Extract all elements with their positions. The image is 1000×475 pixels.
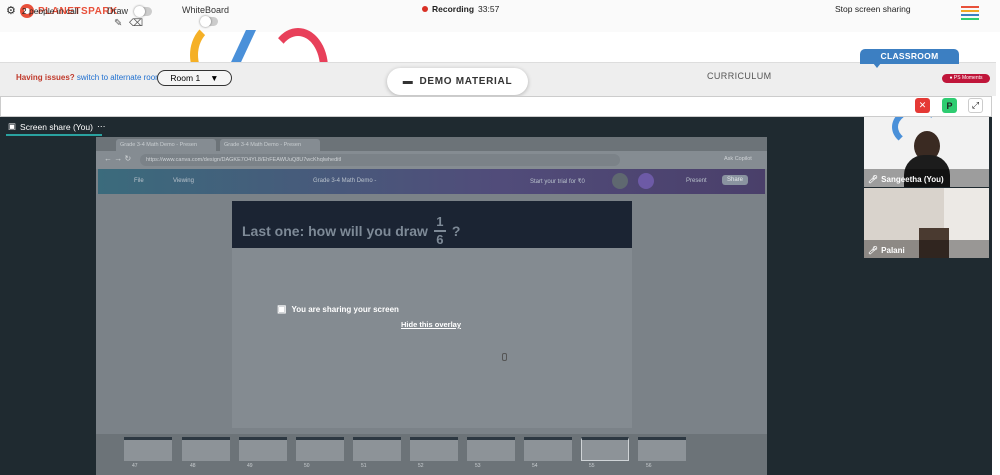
room-select-value: Room 1 (170, 73, 201, 83)
issues-text: Having issues? switch to alternate room (16, 73, 162, 82)
demo-material-label: DEMO MATERIAL (419, 76, 513, 87)
recording-status: Recording 33:57 (422, 4, 499, 14)
thumb-number: 56 (646, 463, 652, 469)
slide-thumbnail[interactable] (124, 437, 172, 461)
curriculum-tab[interactable]: CURRICULUM (707, 71, 772, 81)
thumb-number: 50 (304, 463, 310, 469)
browser-tab[interactable]: Grade 3-4 Math Demo - Presen (116, 139, 216, 151)
participant-name: 🎤︎ Palani (868, 246, 905, 255)
screen-share-label: ▣ Screen share (You) ⋯ (8, 121, 105, 132)
alternate-room-link[interactable]: switch to alternate room (77, 73, 162, 82)
mic-icon: 🎤︎ (868, 175, 879, 184)
participant-name: 🎤︎ Sangeetha (You) (868, 175, 944, 184)
screen-share-title: Screen share (You) (20, 121, 93, 132)
more-icon[interactable]: ⋯ (97, 121, 106, 132)
sharing-overlay: ▣ You are sharing your screen (277, 304, 399, 315)
draw-label: Draw (107, 6, 129, 16)
p-badge[interactable]: P (942, 98, 957, 113)
shared-screen: Grade 3-4 Math Demo - Presen Grade 3-4 M… (96, 137, 767, 475)
canva-present[interactable]: Present (686, 178, 707, 184)
monitor-icon: ▣ (277, 304, 287, 315)
menu-icon[interactable] (961, 6, 979, 22)
caret-down-icon: ▼ (210, 73, 219, 83)
thumb-number: 49 (247, 463, 253, 469)
canva-viewing[interactable]: Viewing (173, 178, 194, 184)
browser-tab[interactable]: Grade 3-4 Math Demo - Presen (220, 139, 320, 151)
demo-material-button[interactable]: ▬ DEMO MATERIAL (387, 68, 528, 95)
canva-toolbar: File Viewing Grade 3-4 Math Demo - Start… (98, 169, 765, 194)
slide-thumbnail[interactable] (581, 437, 629, 461)
call-bar (0, 96, 992, 117)
slide-header: Last one: how will you draw 1 6 ? (232, 201, 632, 248)
thumb-number: 54 (532, 463, 538, 469)
slide-thumbnail[interactable] (467, 437, 515, 461)
people-count-text: 2 people in call (21, 5, 79, 16)
nav-arrows-icon[interactable]: ← → ↻ (104, 154, 131, 163)
sharing-overlay-text: You are sharing your screen (291, 305, 399, 314)
browser-tabs: Grade 3-4 Math Demo - Presen Grade 3-4 M… (96, 137, 767, 151)
browser-url-bar: ← → ↻ https://www.canva.com/design/DAGKE… (96, 151, 767, 169)
draw-toggle[interactable] (134, 6, 152, 17)
slide-thumbnails: 47 48 49 50 51 52 53 54 55 56 (96, 434, 767, 475)
fullscreen-icon[interactable]: ⤢ (968, 98, 983, 113)
slide-thumbnail[interactable] (353, 437, 401, 461)
ps-moments-badge[interactable]: ● PS Moments (942, 74, 990, 83)
canva-title: Grade 3-4 Math Demo - (313, 178, 377, 184)
avatar (612, 173, 628, 189)
mic-icon: 🎤︎ (868, 246, 879, 255)
thumb-number: 55 (589, 463, 595, 469)
classroom-tab[interactable]: CLASSROOM (860, 49, 959, 64)
canva-file[interactable]: File (134, 178, 144, 184)
room-select[interactable]: Room 1 ▼ (157, 70, 232, 86)
slide-question-text: Last one: how will you draw (242, 223, 428, 239)
whiteboard-label: WhiteBoard (182, 5, 230, 15)
slide-body (232, 248, 632, 428)
slide-thumbnail[interactable] (410, 437, 458, 461)
people-count[interactable]: ⚙ 2 people in call (6, 4, 79, 17)
slide-question: Last one: how will you draw 1 6 ? (242, 215, 460, 247)
canva-trial[interactable]: Start your trial for ₹0 (530, 178, 585, 185)
question-mark: ? (451, 223, 461, 239)
recording-label: Recording (432, 4, 475, 14)
stop-sharing-text: Stop screen sharing (835, 4, 911, 14)
classroom-pointer (873, 63, 881, 68)
fraction: 1 6 (433, 214, 446, 247)
pencil-icon[interactable]: ✎ (114, 18, 122, 29)
url-field[interactable]: https://www.canva.com/design/DAGKE7O4YL8… (140, 154, 620, 166)
slide-thumbnail[interactable] (524, 437, 572, 461)
thumb-number: 52 (418, 463, 424, 469)
thumb-number: 48 (190, 463, 196, 469)
hide-overlay-link[interactable]: Hide this overlay (401, 320, 461, 329)
thumb-number: 47 (132, 463, 138, 469)
stop-sharing-button[interactable]: ✕ (915, 98, 930, 113)
fraction-denominator: 6 (436, 232, 444, 247)
slide-thumbnail[interactable] (638, 437, 686, 461)
fraction-numerator: 1 (436, 214, 444, 229)
slide-thumbnail[interactable] (296, 437, 344, 461)
close-icon: ✕ (918, 100, 927, 110)
avatar (638, 173, 654, 189)
folder-icon: ▬ (402, 76, 414, 87)
canva-share[interactable]: Share (722, 175, 749, 185)
eraser-icon[interactable]: ⌫ (129, 18, 143, 29)
screen-icon: ▣ (8, 121, 17, 131)
thumb-number: 51 (361, 463, 367, 469)
recording-time: 33:57 (478, 4, 500, 14)
mouse-cursor-icon (502, 353, 507, 361)
recording-dot-icon (422, 6, 428, 12)
thumb-number: 53 (475, 463, 481, 469)
slide-thumbnail[interactable] (239, 437, 287, 461)
slide-thumbnail[interactable] (182, 437, 230, 461)
ask-copilot[interactable]: Ask Copilot (724, 156, 752, 162)
settings-gear-icon[interactable]: ⚙ (6, 4, 16, 17)
share-underline (6, 134, 102, 136)
